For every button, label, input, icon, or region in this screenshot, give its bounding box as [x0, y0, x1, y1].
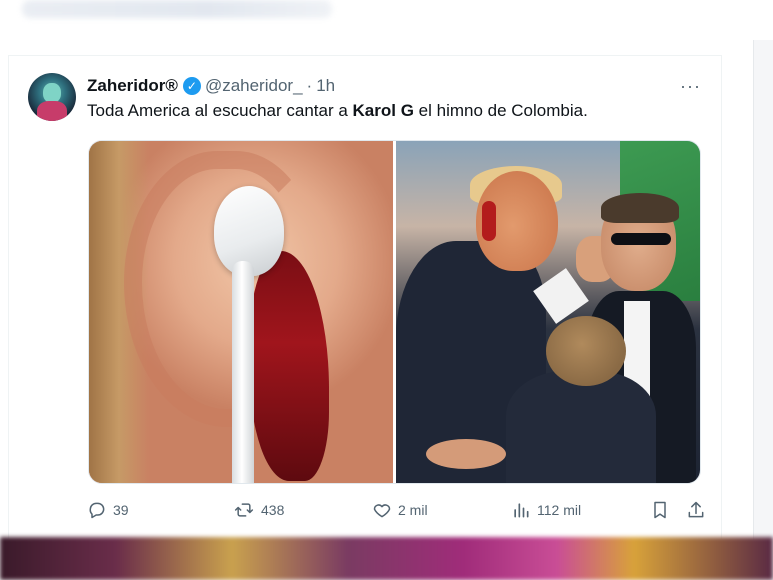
tweet-text: Toda America al escuchar cantar a Karol …	[87, 101, 588, 121]
tweet-header: Zaheridor® ✓ @zaheridor_ · 1h	[87, 75, 335, 97]
tweet-text-start: Toda America al escuchar cantar a	[87, 101, 353, 120]
like-button[interactable]: 2 mil	[372, 496, 428, 524]
earbud-stem-shape	[232, 261, 254, 483]
views-count: 112 mil	[537, 502, 582, 518]
more-options-icon[interactable]: ···	[680, 76, 701, 97]
tweet-actions-bar: 39 438 2 mil 112 mil	[87, 496, 707, 524]
tweet-card[interactable]: Zaheridor® ✓ @zaheridor_ · 1h ··· Toda A…	[8, 55, 722, 539]
reply-count: 39	[113, 502, 129, 518]
blood-mark-shape	[482, 201, 496, 241]
like-count: 2 mil	[398, 502, 428, 518]
retweet-count: 438	[261, 502, 285, 518]
media-image-crowd-photo[interactable]	[396, 141, 700, 483]
hand-shape	[426, 439, 506, 469]
tweet-text-bold: Karol G	[352, 101, 414, 120]
retweet-button[interactable]: 438	[233, 496, 284, 524]
blurred-bottom-content	[0, 537, 773, 580]
media-image-ear-earbud[interactable]	[89, 141, 393, 483]
avatar[interactable]	[28, 73, 76, 121]
retweet-icon	[234, 503, 254, 517]
sunglasses-shape	[611, 233, 671, 245]
bookmark-icon	[654, 501, 666, 519]
analytics-icon	[514, 503, 529, 518]
reply-icon	[89, 502, 105, 519]
separator-dot: ·	[306, 76, 313, 95]
heart-icon	[373, 504, 391, 518]
verified-badge-icon: ✓	[182, 77, 201, 95]
right-sidebar-edge	[753, 40, 773, 540]
views-button[interactable]: 112 mil	[511, 496, 581, 524]
avatar-body	[37, 101, 67, 121]
avatar-face	[43, 83, 61, 103]
agent-hair-shape	[601, 193, 679, 223]
share-button[interactable]	[686, 496, 706, 524]
bun-hair-shape	[546, 316, 626, 386]
share-icon	[688, 501, 704, 518]
tweet-text-end: el himno de Colombia.	[413, 101, 588, 120]
tweet-media[interactable]	[88, 140, 701, 484]
bookmark-button[interactable]	[650, 496, 670, 524]
timestamp[interactable]: 1h	[316, 76, 335, 96]
reply-button[interactable]: 39	[87, 496, 129, 524]
agent-back-shape	[506, 371, 656, 483]
author-handle[interactable]: @zaheridor_	[205, 76, 303, 96]
author-name[interactable]: Zaheridor®	[87, 76, 178, 96]
blurred-header-remnant	[22, 0, 332, 18]
